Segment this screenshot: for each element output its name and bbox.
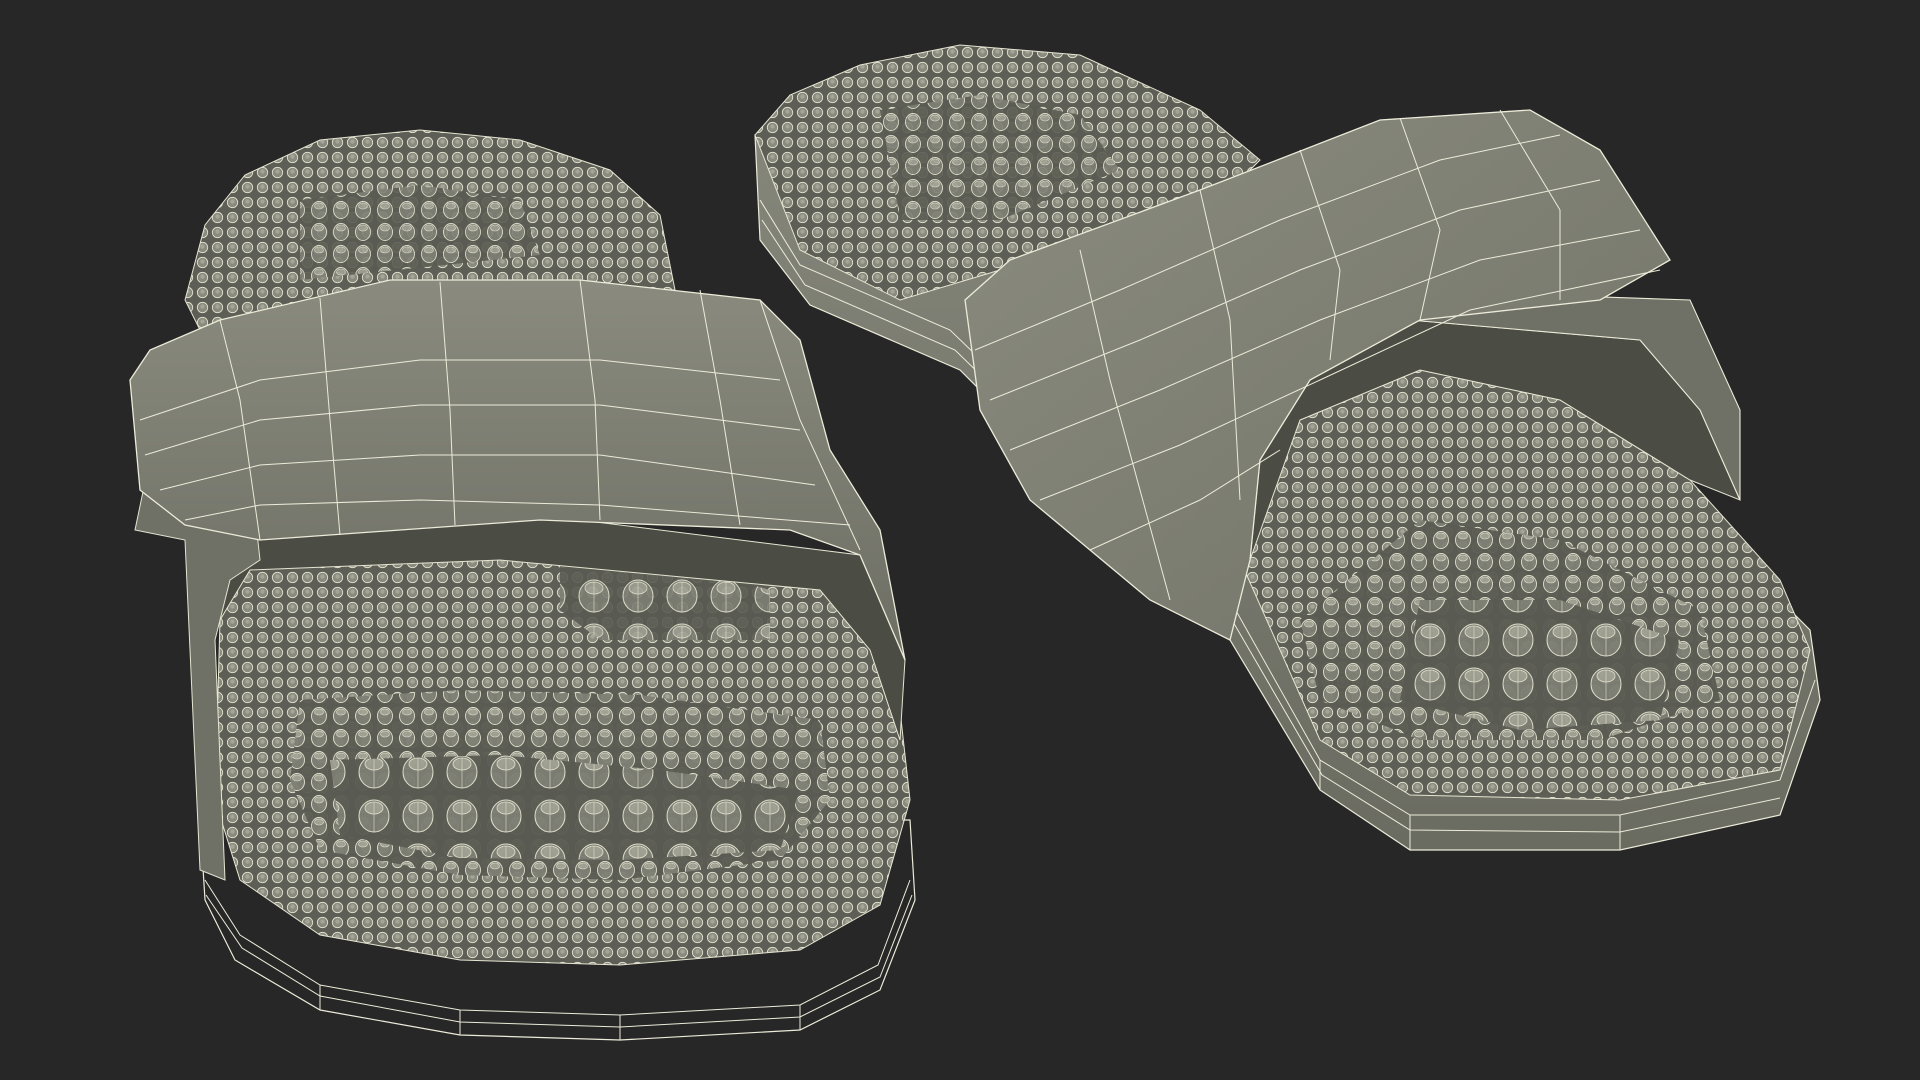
render-viewport — [129, 44, 1821, 1041]
right-massage-slipper — [754, 44, 1821, 851]
